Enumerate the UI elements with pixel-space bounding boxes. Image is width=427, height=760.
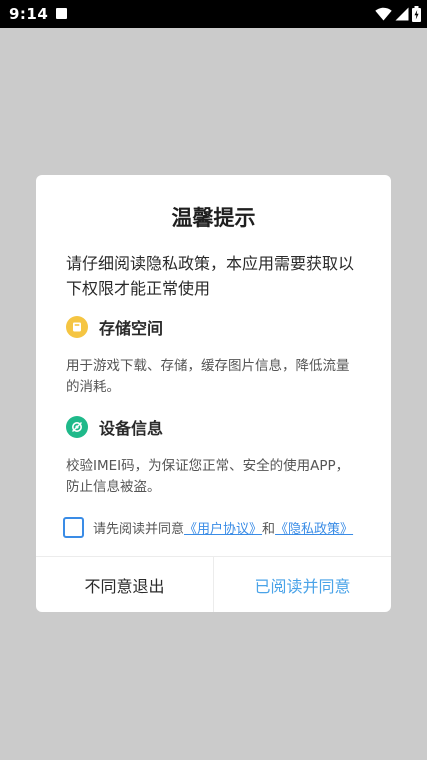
- agree-button[interactable]: 已阅读并同意: [214, 557, 391, 612]
- dialog-intro: 请仔细阅读隐私政策，本应用需要获取以下权限才能正常使用: [66, 254, 355, 298]
- dialog-buttons: 不同意退出 已阅读并同意: [36, 556, 391, 612]
- permission-desc-storage: 用于游戏下载、存储，缓存图片信息，降低流量的消耗。: [66, 358, 350, 395]
- permission-title-device-info: 设备信息: [99, 419, 164, 438]
- permission-device-info: 设备信息: [66, 415, 163, 439]
- permission-title-storage: 存储空间: [99, 319, 164, 338]
- privacy-dialog: 温馨提示 请仔细阅读隐私政策，本应用需要获取以下权限才能正常使用 存储空间 用于…: [36, 175, 391, 612]
- disagree-exit-button[interactable]: 不同意退出: [36, 557, 214, 612]
- permission-desc-device-info: 校验IMEI码，为保证您正常、安全的使用APP，防止信息被盗。: [66, 458, 350, 495]
- status-bar: 9:14: [0, 0, 427, 28]
- user-agreement-link[interactable]: 《用户协议》: [184, 518, 262, 537]
- agreement-prefix: 请先阅读并同意: [93, 522, 185, 537]
- agree-checkbox[interactable]: [63, 517, 84, 538]
- status-time: 9:14: [9, 5, 49, 23]
- dialog-title: 温馨提示: [171, 206, 256, 230]
- permission-storage: 存储空间: [66, 315, 163, 339]
- battery-icon: [412, 6, 421, 22]
- notification-app-icon: [56, 8, 67, 19]
- storage-icon: [66, 316, 88, 338]
- status-icons: [375, 6, 421, 22]
- wifi-icon: [375, 7, 392, 21]
- agreement-row: 请先阅读并同意 《用户协议》 和 《隐私政策》: [63, 517, 353, 538]
- signal-icon: [395, 7, 409, 21]
- device-info-icon: [66, 416, 88, 438]
- privacy-policy-link[interactable]: 《隐私政策》: [275, 518, 353, 537]
- agreement-and: 和: [262, 522, 276, 537]
